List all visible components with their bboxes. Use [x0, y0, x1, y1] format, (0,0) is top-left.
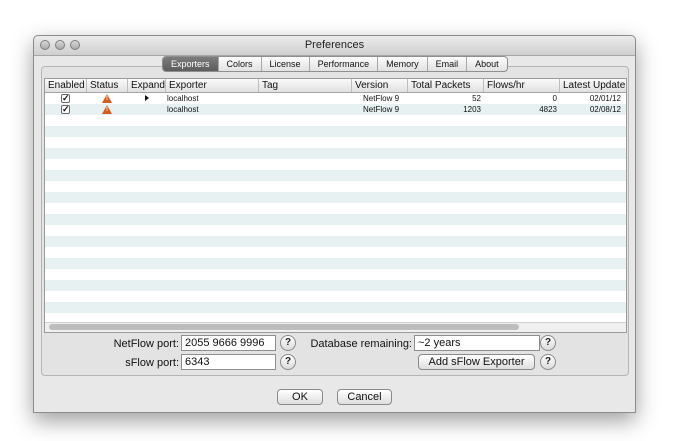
column-header-enabled[interactable]: Enabled — [45, 79, 87, 92]
column-header-status[interactable]: Status — [87, 79, 128, 92]
table-row[interactable] — [45, 159, 626, 170]
total-packets-cell: 52 — [472, 94, 481, 103]
netflow-help-icon[interactable]: ? — [280, 335, 296, 351]
enabled-checkbox[interactable]: ✓ — [61, 105, 70, 114]
database-remaining-field: ~2 years — [414, 335, 540, 351]
version-cell: NetFlow 9 — [363, 105, 400, 114]
warning-icon: ! — [102, 105, 112, 114]
table-row[interactable] — [45, 203, 626, 214]
preferences-window: Preferences Enabled Status Expand Export… — [33, 35, 636, 413]
latest-update-cell: 02/01/12 — [589, 94, 621, 103]
table-row[interactable] — [45, 280, 626, 291]
netflow-port-label: NetFlow port: — [113, 338, 179, 350]
database-remaining-label: Database remaining: — [310, 338, 412, 350]
exporters-table: Enabled Status Expand Exporter Tag Versi… — [44, 78, 627, 333]
table-row[interactable] — [45, 247, 626, 258]
scrollbar-thumb[interactable] — [49, 324, 519, 330]
tab-performance[interactable]: Performance — [310, 57, 379, 71]
exporter-cell: localhost — [167, 105, 199, 114]
table-row[interactable] — [45, 170, 626, 181]
column-header-expand[interactable]: Expand — [128, 79, 166, 92]
column-header-latest-update[interactable]: Latest Update — [560, 79, 626, 92]
column-header-tag[interactable]: Tag — [259, 79, 352, 92]
sflow-port-input[interactable]: 6343 — [181, 354, 276, 370]
add-sflow-exporter-button[interactable]: Add sFlow Exporter — [418, 354, 535, 370]
table-row[interactable] — [45, 214, 626, 225]
table-header: Enabled Status Expand Exporter Tag Versi… — [45, 79, 626, 93]
table-row[interactable] — [45, 126, 626, 137]
tab-license[interactable]: License — [262, 57, 310, 71]
total-packets-cell: 1203 — [463, 105, 481, 114]
sflow-port-label: sFlow port: — [125, 357, 179, 369]
tab-about[interactable]: About — [467, 57, 507, 71]
latest-update-cell: 02/08/12 — [589, 105, 621, 114]
warning-icon: ! — [102, 94, 112, 103]
tab-email[interactable]: Email — [428, 57, 468, 71]
horizontal-scrollbar[interactable] — [45, 322, 626, 332]
enabled-checkbox[interactable]: ✓ — [61, 94, 70, 103]
table-row[interactable] — [45, 302, 626, 313]
table-row[interactable] — [45, 258, 626, 269]
ok-button[interactable]: OK — [277, 389, 323, 405]
tab-colors[interactable]: Colors — [219, 57, 262, 71]
version-cell: NetFlow 9 — [363, 94, 400, 103]
database-help-icon[interactable]: ? — [540, 335, 556, 351]
title-bar: Preferences — [34, 36, 635, 56]
tab-exporters[interactable]: Exporters — [163, 57, 219, 71]
preferences-tabs: Exporters Colors License Performance Memory E… — [162, 56, 508, 72]
exporter-cell: localhost — [167, 94, 199, 103]
table-row[interactable]: ✓! localhost NetFlow 9 1203 4823 02/08/12 — [45, 104, 626, 115]
exporters-panel: Enabled Status Expand Exporter Tag Versi… — [41, 66, 629, 376]
table-row[interactable] — [45, 225, 626, 236]
table-row[interactable] — [45, 291, 626, 302]
expand-arrow-icon[interactable] — [145, 95, 149, 101]
flows-hr-cell: 4823 — [539, 105, 557, 114]
table-row[interactable] — [45, 269, 626, 280]
window-title: Preferences — [304, 39, 365, 51]
sflow-help-icon[interactable]: ? — [280, 354, 296, 370]
column-header-flows-hr[interactable]: Flows/hr — [484, 79, 560, 92]
cancel-button[interactable]: Cancel — [337, 389, 392, 405]
table-row[interactable] — [45, 115, 626, 126]
column-header-version[interactable]: Version — [352, 79, 408, 92]
table-row[interactable] — [45, 236, 626, 247]
table-row[interactable]: ✓! localhost NetFlow 9 52 0 02/01/12 — [45, 93, 626, 104]
flows-hr-cell: 0 — [552, 94, 557, 103]
add-sflow-help-icon[interactable]: ? — [540, 354, 556, 370]
table-row[interactable] — [45, 192, 626, 203]
tab-memory[interactable]: Memory — [378, 57, 428, 71]
table-row[interactable] — [45, 148, 626, 159]
netflow-port-input[interactable]: 2055 9666 9996 — [181, 335, 276, 351]
column-header-total-packets[interactable]: Total Packets — [408, 79, 484, 92]
table-row[interactable] — [45, 137, 626, 148]
table-row[interactable] — [45, 181, 626, 192]
column-header-exporter[interactable]: Exporter — [166, 79, 259, 92]
